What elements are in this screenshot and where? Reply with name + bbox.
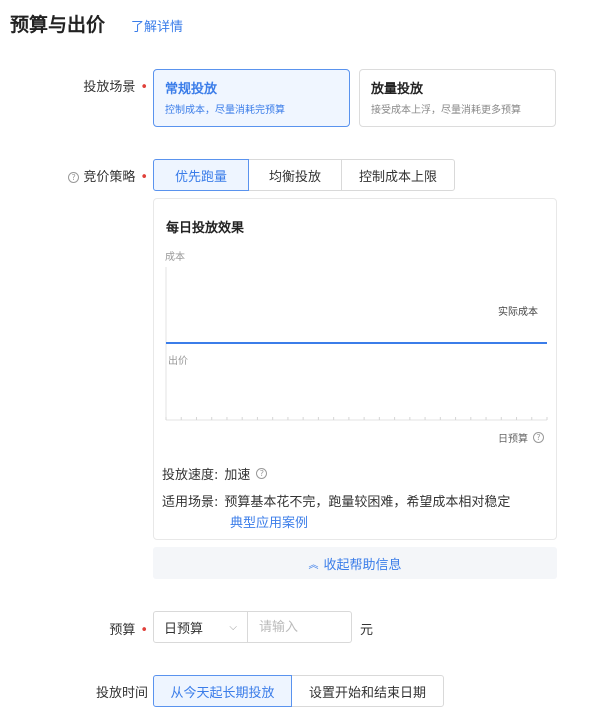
required-mark: •: [140, 80, 148, 95]
applicable-scene-value: 预算基本花不完，跑量较困难，希望成本相对稳定: [224, 495, 511, 510]
speed-value: 加速: [224, 468, 251, 483]
double-chevron-up-icon: ︽: [308, 559, 319, 571]
scene-label-row: 投放场景 •: [28, 76, 148, 95]
scene-option-regular[interactable]: 常规投放 控制成本，尽量消耗完预算: [153, 69, 350, 127]
required-mark: •: [140, 170, 148, 185]
scene-option-desc: 接受成本上浮，尽量消耗更多预算: [371, 105, 521, 116]
speed-row: 投放速度: 加速 ?: [162, 464, 268, 483]
page-title: 预算与出价: [10, 14, 106, 36]
bid-strategy-label: 竞价策略: [83, 170, 136, 185]
bid-option-cost-cap[interactable]: 控制成本上限: [341, 159, 455, 191]
budget-type-value: 日预算: [164, 621, 204, 637]
x-axis-label: 日预算: [498, 434, 528, 445]
collapse-help-button[interactable]: ︽ 收起帮助信息: [153, 547, 557, 579]
bid-strategy-label-row: ? 竞价策略 •: [28, 166, 148, 185]
bid-option-priority-volume[interactable]: 优先跑量: [153, 159, 249, 191]
scene-option-title: 放量投放: [371, 82, 424, 97]
applicable-scene-row: 适用场景: 预算基本花不完，跑量较困难，希望成本相对稳定: [162, 491, 554, 510]
schedule-segmented: 从今天起长期投放 设置开始和结束日期: [153, 675, 444, 707]
question-icon[interactable]: ?: [533, 432, 544, 443]
applicable-scene-label: 适用场景:: [162, 495, 219, 510]
budget-type-select[interactable]: 日预算 ⌵: [153, 611, 248, 643]
required-mark: •: [140, 623, 148, 638]
chevron-down-icon: ⌵: [229, 621, 237, 633]
budget-label-row: 预算 •: [28, 619, 148, 638]
scene-option-volume[interactable]: 放量投放 接受成本上浮，尽量消耗更多预算: [359, 69, 556, 127]
learn-more-link[interactable]: 了解详情: [131, 16, 183, 35]
bid-strategy-segmented: 优先跑量 均衡投放 控制成本上限: [153, 159, 455, 191]
scene-option-desc: 控制成本，尽量消耗完预算: [165, 105, 285, 116]
speed-label: 投放速度:: [162, 468, 219, 483]
scene-option-title: 常规投放: [165, 82, 218, 97]
scene-label: 投放场景: [83, 80, 136, 95]
budget-unit: 元: [360, 623, 374, 638]
collapse-help-label: 收起帮助信息: [323, 557, 402, 573]
help-panel: 每日投放效果 成本 出价 实际成本 日预算 ? 投放速度: 加速 ? 适用场景:…: [153, 198, 557, 540]
schedule-option-date-range[interactable]: 设置开始和结束日期: [291, 675, 444, 707]
schedule-option-long-term[interactable]: 从今天起长期投放: [153, 675, 292, 707]
budget-input[interactable]: [248, 611, 352, 643]
question-icon[interactable]: ?: [68, 172, 80, 183]
schedule-label: 投放时间: [95, 686, 148, 701]
question-icon[interactable]: ?: [256, 468, 268, 479]
typical-case-link[interactable]: 典型应用案例: [230, 512, 308, 531]
bid-option-balanced[interactable]: 均衡投放: [248, 159, 342, 191]
chart-svg: [165, 267, 548, 421]
x-axis-label-row: 日预算 ?: [498, 430, 544, 445]
budget-label: 预算: [109, 623, 136, 638]
